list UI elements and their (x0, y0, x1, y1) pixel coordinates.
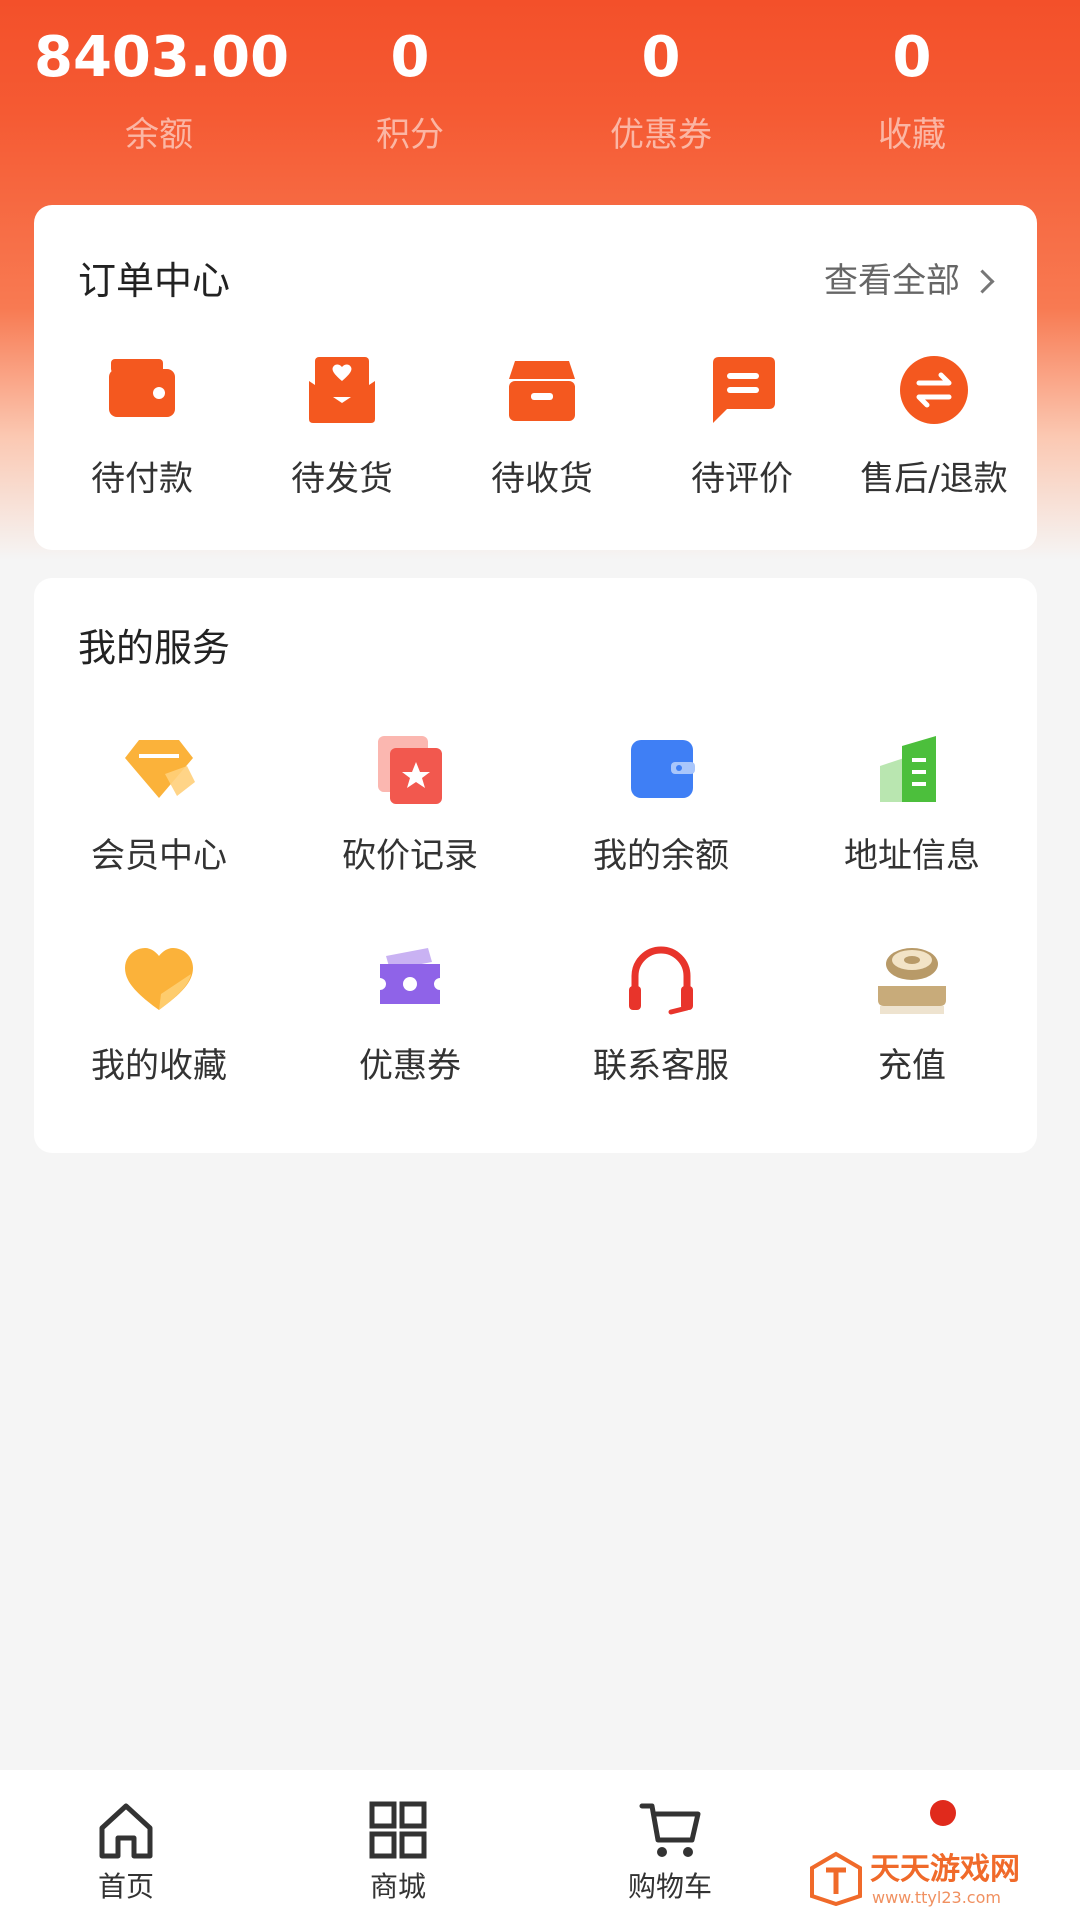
order-item-label: 待发货 (291, 459, 393, 499)
my-services-title: 我的服务 (78, 626, 231, 670)
comment-icon (705, 353, 779, 427)
order-pending-review[interactable]: 待评价 (642, 353, 842, 503)
stat-label: 收藏 (878, 115, 946, 155)
headset-icon (621, 940, 701, 1020)
service-label: 砍价记录 (342, 836, 478, 876)
stat-label: 余额 (125, 115, 193, 155)
stat-value: 8403.00 (34, 25, 290, 90)
service-label: 我的收藏 (91, 1046, 227, 1086)
order-after-sales[interactable]: 售后/退款 (834, 353, 1034, 503)
service-label: 会员中心 (91, 836, 227, 876)
exchange-icon (897, 353, 971, 427)
ticket-icon (370, 940, 450, 1020)
tab-mall[interactable]: 商城 (308, 1798, 488, 1906)
watermark-text: 天天游戏网 (870, 1852, 1020, 1887)
chevron-right-icon (970, 268, 995, 294)
order-center-card: 订单中心 查看全部 待付款 待发货 待收货 待评价 售后/退款 (34, 205, 1037, 550)
service-address-info[interactable]: 地址信息 (787, 730, 1037, 880)
view-all-label: 查看全部 (824, 261, 960, 301)
building-icon (872, 730, 952, 810)
cart-icon (638, 1798, 702, 1862)
home-icon (94, 1798, 158, 1862)
service-my-favorites[interactable]: 我的收藏 (34, 940, 284, 1090)
tab-home[interactable]: 首页 (36, 1798, 216, 1906)
stat-value: 0 (892, 25, 932, 90)
package-heart-icon (305, 353, 379, 427)
service-label: 我的余额 (593, 836, 729, 876)
stat-value: 0 (390, 25, 430, 90)
watermark-url: www.ttyl23.com (872, 1888, 1001, 1907)
box-icon (505, 353, 579, 427)
order-center-title: 订单中心 (78, 259, 231, 303)
wallet-icon (105, 353, 179, 427)
service-my-balance[interactable]: 我的余额 (536, 730, 786, 880)
order-item-label: 待付款 (91, 459, 193, 499)
grid-icon (366, 1798, 430, 1862)
tab-label: 商城 (369, 1870, 426, 1903)
order-item-label: 售后/退款 (860, 459, 1008, 499)
order-pending-shipment[interactable]: 待发货 (242, 353, 442, 503)
stats-bar: 8403.00 余额 0 积分 0 优惠券 0 收藏 (0, 0, 1080, 200)
service-label: 联系客服 (593, 1046, 729, 1086)
stat-label: 积分 (376, 115, 444, 155)
notification-dot (930, 1800, 956, 1826)
watermark-logo-icon (810, 1851, 862, 1906)
tab-cart[interactable]: 购物车 (580, 1798, 760, 1906)
star-card-icon (370, 730, 450, 810)
tab-label: 购物车 (627, 1870, 712, 1903)
order-item-label: 待评价 (691, 459, 793, 499)
view-all-orders-link[interactable]: 查看全部 (824, 257, 995, 305)
diamond-icon (119, 730, 199, 810)
card-wallet-icon (621, 730, 701, 810)
service-contact-support[interactable]: 联系客服 (536, 940, 786, 1090)
service-member-center[interactable]: 会员中心 (34, 730, 284, 880)
service-label: 优惠券 (359, 1046, 461, 1086)
stat-value: 0 (641, 25, 681, 90)
heart-icon (119, 940, 199, 1020)
order-pending-payment[interactable]: 待付款 (42, 353, 242, 503)
my-services-card: 我的服务 会员中心 砍价记录 我的余额 地址信息 我的收藏 优惠券 联系客服 充… (34, 578, 1037, 1153)
order-item-label: 待收货 (491, 459, 593, 499)
service-recharge[interactable]: 充值 (787, 940, 1037, 1090)
service-label: 地址信息 (844, 836, 980, 876)
coin-stack-icon (872, 940, 952, 1020)
tab-label: 首页 (97, 1870, 154, 1903)
service-bargain-records[interactable]: 砍价记录 (285, 730, 535, 880)
service-coupons[interactable]: 优惠券 (285, 940, 535, 1090)
order-pending-receipt[interactable]: 待收货 (442, 353, 642, 503)
stat-label: 优惠券 (610, 115, 712, 155)
watermark: 天天游戏网 www.ttyl23.com (808, 1850, 1068, 1910)
service-label: 充值 (878, 1046, 946, 1086)
